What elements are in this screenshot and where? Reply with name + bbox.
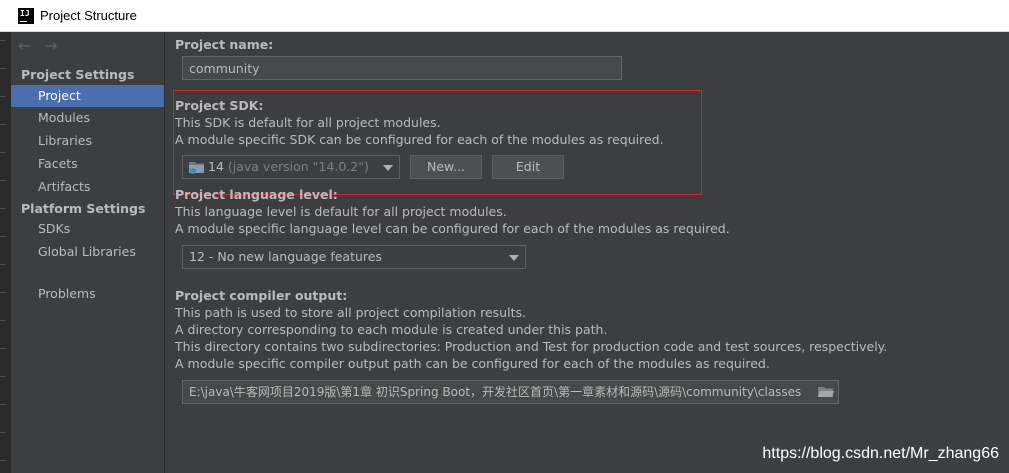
language-level-label: Project language level: — [175, 187, 338, 202]
project-sdk-dropdown[interactable]: 14 (java version "14.0.2") — [182, 155, 400, 179]
sidebar-item-sdks[interactable]: SDKs — [11, 218, 164, 240]
sdk-edit-button[interactable]: Edit — [492, 155, 564, 179]
chevron-down-icon — [383, 165, 393, 171]
sidebar-item-artifacts[interactable]: Artifacts — [11, 176, 164, 198]
compiler-output-desc-4: A module specific compiler output path c… — [175, 356, 770, 371]
browse-folder-icon[interactable] — [818, 386, 834, 398]
sdk-version: (java version "14.0.2") — [227, 159, 369, 174]
platform-settings-heading: Platform Settings — [21, 201, 146, 216]
sidebar-item-modules[interactable]: Modules — [11, 107, 164, 129]
window-titlebar: IJ Project Structure — [0, 0, 1009, 32]
sdk-new-button[interactable]: New... — [410, 155, 482, 179]
compiler-output-desc-3: This directory contains two subdirectori… — [175, 339, 888, 354]
window-title: Project Structure — [40, 8, 137, 23]
sdk-name: 14 — [208, 159, 224, 174]
chevron-down-icon — [509, 255, 519, 261]
compiler-output-path: E:\java\牛客网项目2019版\第1章 初识Spring Boot，开发社… — [189, 385, 802, 399]
sidebar-item-global-libraries[interactable]: Global Libraries — [11, 241, 164, 263]
sidebar-item-facets[interactable]: Facets — [11, 153, 164, 175]
history-nav: ← → — [18, 36, 66, 56]
project-settings-heading: Project Settings — [21, 67, 135, 82]
language-level-desc-1: This language level is default for all p… — [175, 204, 507, 219]
project-sdk-label: Project SDK: — [175, 98, 264, 113]
settings-sidebar: ← → Project Settings Project Modules Lib… — [11, 32, 164, 473]
compiler-output-desc-2: A directory corresponding to each module… — [175, 322, 608, 337]
project-sdk-desc-2: A module specific SDK can be configured … — [175, 132, 664, 147]
intellij-app-icon: IJ — [18, 8, 34, 24]
background-editor-strip — [0, 32, 11, 473]
compiler-output-desc-1: This path is used to store all project c… — [175, 305, 526, 320]
sidebar-item-project[interactable]: Project — [11, 85, 164, 107]
back-arrow-icon[interactable]: ← — [18, 36, 40, 55]
project-settings-panel: Project name: Project SDK: This SDK is d… — [165, 32, 1009, 473]
compiler-output-label: Project compiler output: — [175, 288, 348, 303]
language-level-value: 12 - No new language features — [189, 249, 382, 264]
project-name-input[interactable] — [182, 56, 622, 80]
sidebar-item-problems[interactable]: Problems — [11, 283, 164, 305]
compiler-output-path-field[interactable]: E:\java\牛客网项目2019版\第1章 初识Spring Boot，开发社… — [182, 380, 839, 404]
forward-arrow-icon[interactable]: → — [44, 36, 66, 55]
sdk-folder-icon — [189, 162, 204, 174]
project-name-label: Project name: — [175, 37, 274, 52]
sidebar-item-libraries[interactable]: Libraries — [11, 130, 164, 152]
watermark-text: https://blog.csdn.net/Mr_zhang66 — [762, 445, 999, 462]
project-sdk-desc-1: This SDK is default for all project modu… — [175, 115, 441, 130]
language-level-desc-2: A module specific language level can be … — [175, 221, 730, 236]
language-level-dropdown[interactable]: 12 - No new language features — [182, 245, 526, 269]
